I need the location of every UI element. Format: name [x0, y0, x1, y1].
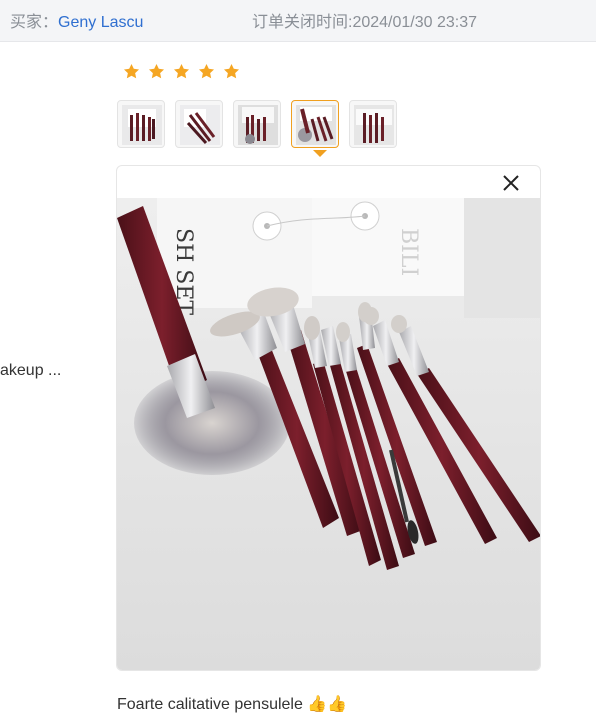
review-image-preview: SH SET BILI: [116, 165, 541, 671]
star-icon: [223, 63, 240, 79]
selected-thumbnail-pointer: [313, 150, 327, 157]
review-thumbnail[interactable]: [175, 100, 223, 148]
review-comment: Foarte calitative pensulele 👍👍: [117, 696, 348, 713]
review-photo: SH SET BILI: [117, 198, 540, 670]
order-header-bar: 买家：Geny Lascu 订单关闭时间:2024/01/30 23:37: [0, 0, 596, 42]
review-thumbnail[interactable]: [349, 100, 397, 148]
review-thumbnail[interactable]: [233, 100, 281, 148]
rating-stars: [122, 62, 241, 81]
svg-text:BILI: BILI: [396, 228, 421, 276]
order-close-time: 订单关闭时间:2024/01/30 23:37: [252, 14, 478, 31]
close-icon[interactable]: [500, 172, 522, 194]
product-title-snippet[interactable]: akeup ...: [0, 362, 61, 380]
star-icon: [123, 63, 140, 79]
review-thumbnail-selected[interactable]: [291, 100, 339, 148]
star-icon: [173, 63, 190, 79]
star-icon: [148, 63, 165, 79]
star-icon: [198, 63, 215, 79]
review-image-thumbnails: [117, 100, 397, 148]
review-thumbnail[interactable]: [117, 100, 165, 148]
buyer-info: 买家：Geny Lascu: [10, 8, 143, 32]
buyer-name-link[interactable]: Geny Lascu: [58, 14, 143, 31]
buyer-label: 买家：: [10, 14, 59, 31]
